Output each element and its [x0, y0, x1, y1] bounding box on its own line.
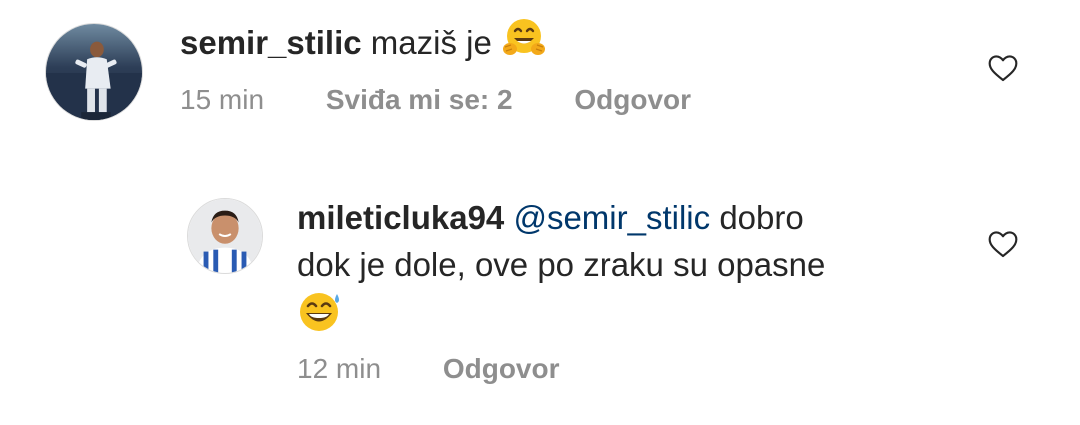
comment-text: semir_stilic maziš je: [180, 16, 547, 75]
avatar[interactable]: [45, 23, 143, 121]
avatar-photo-player: [188, 199, 262, 273]
heart-icon[interactable]: [987, 229, 1019, 259]
comment-text-line: dok je dole, ove po zraku su opasne: [297, 246, 826, 283]
comment-meta: 15 min Sviđa mi se: 2 Odgovor: [180, 82, 691, 118]
reply-button[interactable]: Odgovor: [443, 351, 560, 387]
grinning-face-with-sweat-emoji-icon: [297, 288, 343, 347]
hugging-face-emoji-icon: [501, 16, 547, 75]
comment-body: dobro: [719, 199, 804, 236]
comment-username[interactable]: semir_stilic: [180, 24, 362, 61]
heart-icon[interactable]: [987, 53, 1019, 83]
comment-body: maziš je: [370, 24, 492, 62]
comment-emoji-line: [297, 288, 343, 336]
comment-timestamp: 15 min: [180, 84, 265, 115]
comment-text: mileticluka94 @semir_stilic dobro: [297, 194, 804, 242]
reply-button[interactable]: Odgovor: [574, 82, 691, 118]
mention-link[interactable]: @semir_stilic: [513, 199, 710, 236]
comment-timestamp: 12 min: [297, 353, 382, 384]
comment-meta: 12 min Odgovor: [297, 351, 560, 387]
likes-count-button[interactable]: Sviđa mi se: 2: [326, 82, 513, 118]
comment-username[interactable]: mileticluka94: [297, 199, 504, 236]
avatar[interactable]: [187, 198, 263, 274]
avatar-photo-stadium: [46, 24, 142, 120]
